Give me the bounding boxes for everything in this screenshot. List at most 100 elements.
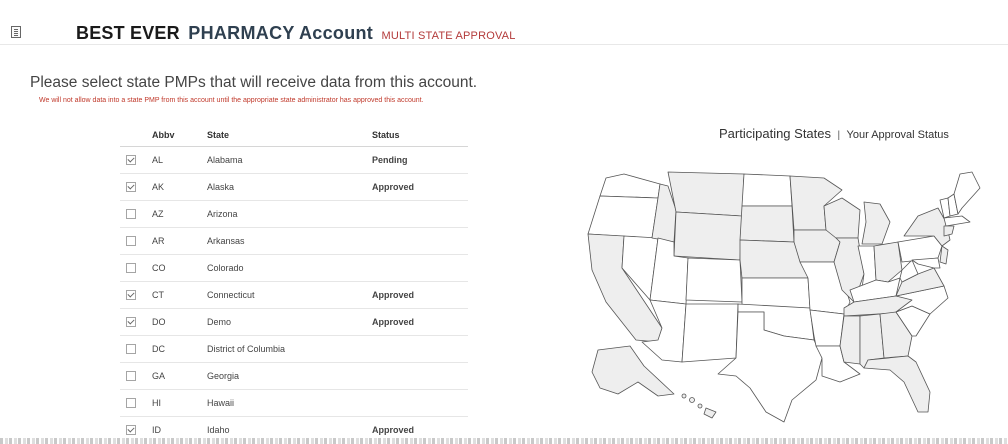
state-abbv: HI: [152, 389, 207, 417]
state-pmp-table: Abbv State Status AL Alabama Pending AK Alas…: [120, 124, 468, 444]
selection-prompt: Please select state PMPs that will recei…: [30, 74, 478, 91]
state-status: [372, 389, 468, 417]
table-row[interactable]: DC District of Columbia: [120, 335, 468, 363]
state-name: Demo: [207, 308, 372, 336]
state-status: [372, 227, 468, 255]
table-row[interactable]: GA Georgia: [120, 362, 468, 390]
approval-warning: We will not allow data into a state PMP …: [39, 97, 424, 104]
state-checkbox[interactable]: [126, 182, 136, 193]
state-status: Approved: [372, 173, 468, 201]
map-state-ms: [839, 315, 861, 365]
state-select-cell[interactable]: [120, 146, 152, 174]
state-select-cell[interactable]: [120, 254, 152, 282]
state-name: Georgia: [207, 362, 372, 390]
state-abbv: DC: [152, 335, 207, 363]
state-select-cell[interactable]: [120, 335, 152, 363]
column-header-state: State: [207, 124, 372, 147]
map-title-approval-status[interactable]: Your Approval Status: [847, 129, 949, 141]
map-state-ar: [809, 309, 845, 347]
table-row[interactable]: CT Connecticut Approved: [120, 281, 468, 309]
map-state-sd: [739, 205, 795, 243]
state-abbv: AL: [152, 146, 207, 174]
table-row[interactable]: AR Arkansas: [120, 227, 468, 255]
state-select-cell[interactable]: [120, 227, 152, 255]
map-state-nd: [741, 173, 793, 207]
map-state-co: [685, 257, 743, 303]
state-name: Alabama: [207, 146, 372, 174]
map-state-nm: [681, 303, 739, 363]
state-select-cell[interactable]: [120, 281, 152, 309]
state-checkbox[interactable]: [126, 155, 136, 166]
state-checkbox[interactable]: [126, 263, 136, 274]
state-status: [372, 200, 468, 228]
state-select-cell[interactable]: [120, 389, 152, 417]
state-name: Arizona: [207, 200, 372, 228]
map-state-or: [587, 195, 659, 239]
map-state-mt: [667, 171, 745, 217]
state-checkbox[interactable]: [126, 290, 136, 301]
state-abbv: GA: [152, 362, 207, 390]
state-checkbox[interactable]: [126, 317, 136, 328]
map-title-participating: Participating States: [719, 126, 832, 141]
map-state-fl: [863, 355, 931, 413]
table-row[interactable]: HI Hawaii: [120, 389, 468, 417]
state-checkbox[interactable]: [126, 398, 136, 409]
state-status: [372, 254, 468, 282]
state-name: District of Columbia: [207, 335, 372, 363]
state-name: Hawaii: [207, 389, 372, 417]
table-header-row: Abbv State Status: [120, 124, 468, 147]
table-row[interactable]: DO Demo Approved: [120, 308, 468, 336]
state-select-cell[interactable]: [120, 200, 152, 228]
table-row[interactable]: AL Alabama Pending: [120, 146, 468, 174]
state-select-cell[interactable]: [120, 362, 152, 390]
map-state-wi: [823, 197, 861, 239]
state-abbv: AR: [152, 227, 207, 255]
state-abbv: CT: [152, 281, 207, 309]
state-checkbox[interactable]: [126, 425, 136, 436]
table-row[interactable]: AZ Arizona: [120, 200, 468, 228]
map-title-separator: |: [837, 130, 841, 141]
state-status: Pending: [372, 146, 468, 174]
state-status: Approved: [372, 281, 468, 309]
account-name: BEST EVER: [76, 23, 180, 43]
state-abbv: DO: [152, 308, 207, 336]
state-status: Approved: [372, 308, 468, 336]
map-state-ct: [943, 225, 955, 237]
map-state-me: [953, 171, 981, 215]
map-state-md: [911, 257, 941, 269]
state-abbv: CO: [152, 254, 207, 282]
document-icon: [11, 26, 21, 38]
state-select-cell[interactable]: [120, 308, 152, 336]
table-row[interactable]: AK Alaska Approved: [120, 173, 468, 201]
state-name: Arkansas: [207, 227, 372, 255]
map-state-ma: [943, 215, 971, 227]
account-type: PHARMACY Account: [188, 23, 374, 43]
map-title: Participating States | Your Approval Sta…: [719, 125, 949, 143]
column-header-select: [120, 124, 152, 147]
state-name: Connecticut: [207, 281, 372, 309]
map-state-hi: [681, 393, 717, 419]
column-header-status: Status: [372, 124, 468, 147]
state-abbv: AK: [152, 173, 207, 201]
page-title: BEST EVER PHARMACY Account MULTI STATE A…: [76, 23, 516, 44]
state-name: Alaska: [207, 173, 372, 201]
state-status: [372, 362, 468, 390]
page-header: BEST EVER PHARMACY Account MULTI STATE A…: [0, 0, 1008, 45]
state-checkbox[interactable]: [126, 371, 136, 382]
state-select-cell[interactable]: [120, 173, 152, 201]
column-header-abbv: Abbv: [152, 124, 207, 147]
map-state-wy: [673, 211, 743, 261]
state-abbv: AZ: [152, 200, 207, 228]
us-states-map: [587, 171, 981, 423]
state-checkbox[interactable]: [126, 236, 136, 247]
map-state-oh: [873, 241, 903, 283]
map-state-wa: [599, 173, 661, 199]
table-row[interactable]: CO Colorado: [120, 254, 468, 282]
state-status: [372, 335, 468, 363]
map-state-mi: [861, 201, 891, 245]
footer-strip: [0, 438, 1008, 444]
state-name: Colorado: [207, 254, 372, 282]
multi-state-badge: MULTI STATE APPROVAL: [381, 30, 516, 42]
state-checkbox[interactable]: [126, 344, 136, 355]
state-checkbox[interactable]: [126, 209, 136, 220]
